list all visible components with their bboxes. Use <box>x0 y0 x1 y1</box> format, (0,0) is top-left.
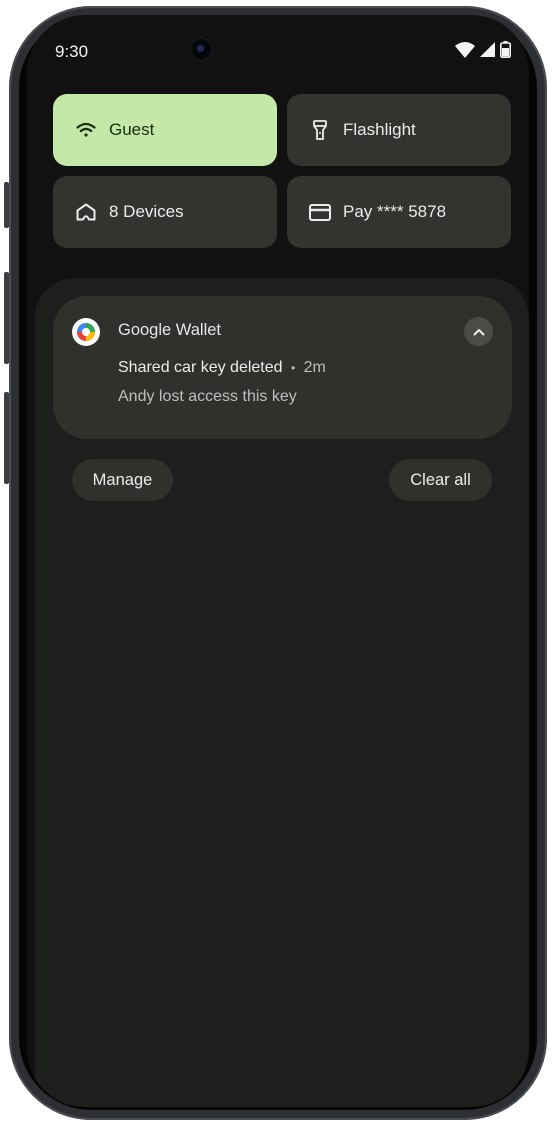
tile-guest-wifi[interactable]: Guest <box>53 94 277 166</box>
action-button <box>4 182 9 228</box>
google-wallet-icon <box>72 318 100 346</box>
flashlight-icon <box>309 119 331 141</box>
volume-up-button <box>4 272 9 364</box>
notification-title-row: Shared car key deleted • 2m <box>118 359 326 377</box>
notification-time: 2m <box>303 359 326 376</box>
status-icons <box>455 41 511 63</box>
tile-home-devices[interactable]: 8 Devices <box>53 176 277 248</box>
tile-flashlight[interactable]: Flashlight <box>287 94 511 166</box>
status-time: 9:30 <box>55 42 89 61</box>
screen: 9:30 Guest Flashlight 8 Devices Pay ****… <box>27 15 529 1107</box>
home-icon <box>75 201 97 223</box>
battery-icon <box>500 41 511 63</box>
collapse-button[interactable] <box>464 317 493 346</box>
tile-label: 8 Devices <box>109 202 184 221</box>
chevron-up-icon <box>473 323 485 341</box>
tile-label: Guest <box>109 120 155 139</box>
tile-label: Flashlight <box>343 120 416 139</box>
card-icon <box>309 201 331 223</box>
wifi-icon <box>75 119 97 141</box>
notification-body: Andy lost access this key <box>118 388 297 405</box>
tile-label: Pay **** 5878 <box>343 202 447 221</box>
manage-button[interactable]: Manage <box>72 459 173 501</box>
notification-separator: • <box>291 361 296 375</box>
notification-app-name: Google Wallet <box>118 321 222 339</box>
cell-signal-icon <box>480 42 495 62</box>
wifi-signal-icon <box>455 41 475 63</box>
notification-title: Shared car key deleted <box>118 359 283 376</box>
volume-down-button <box>4 392 9 484</box>
tile-wallet-pay[interactable]: Pay **** 5878 <box>287 176 511 248</box>
front-camera <box>191 39 211 59</box>
notification-card[interactable]: Google Wallet Shared car key deleted • 2… <box>53 296 512 439</box>
clear-all-button[interactable]: Clear all <box>389 459 492 501</box>
